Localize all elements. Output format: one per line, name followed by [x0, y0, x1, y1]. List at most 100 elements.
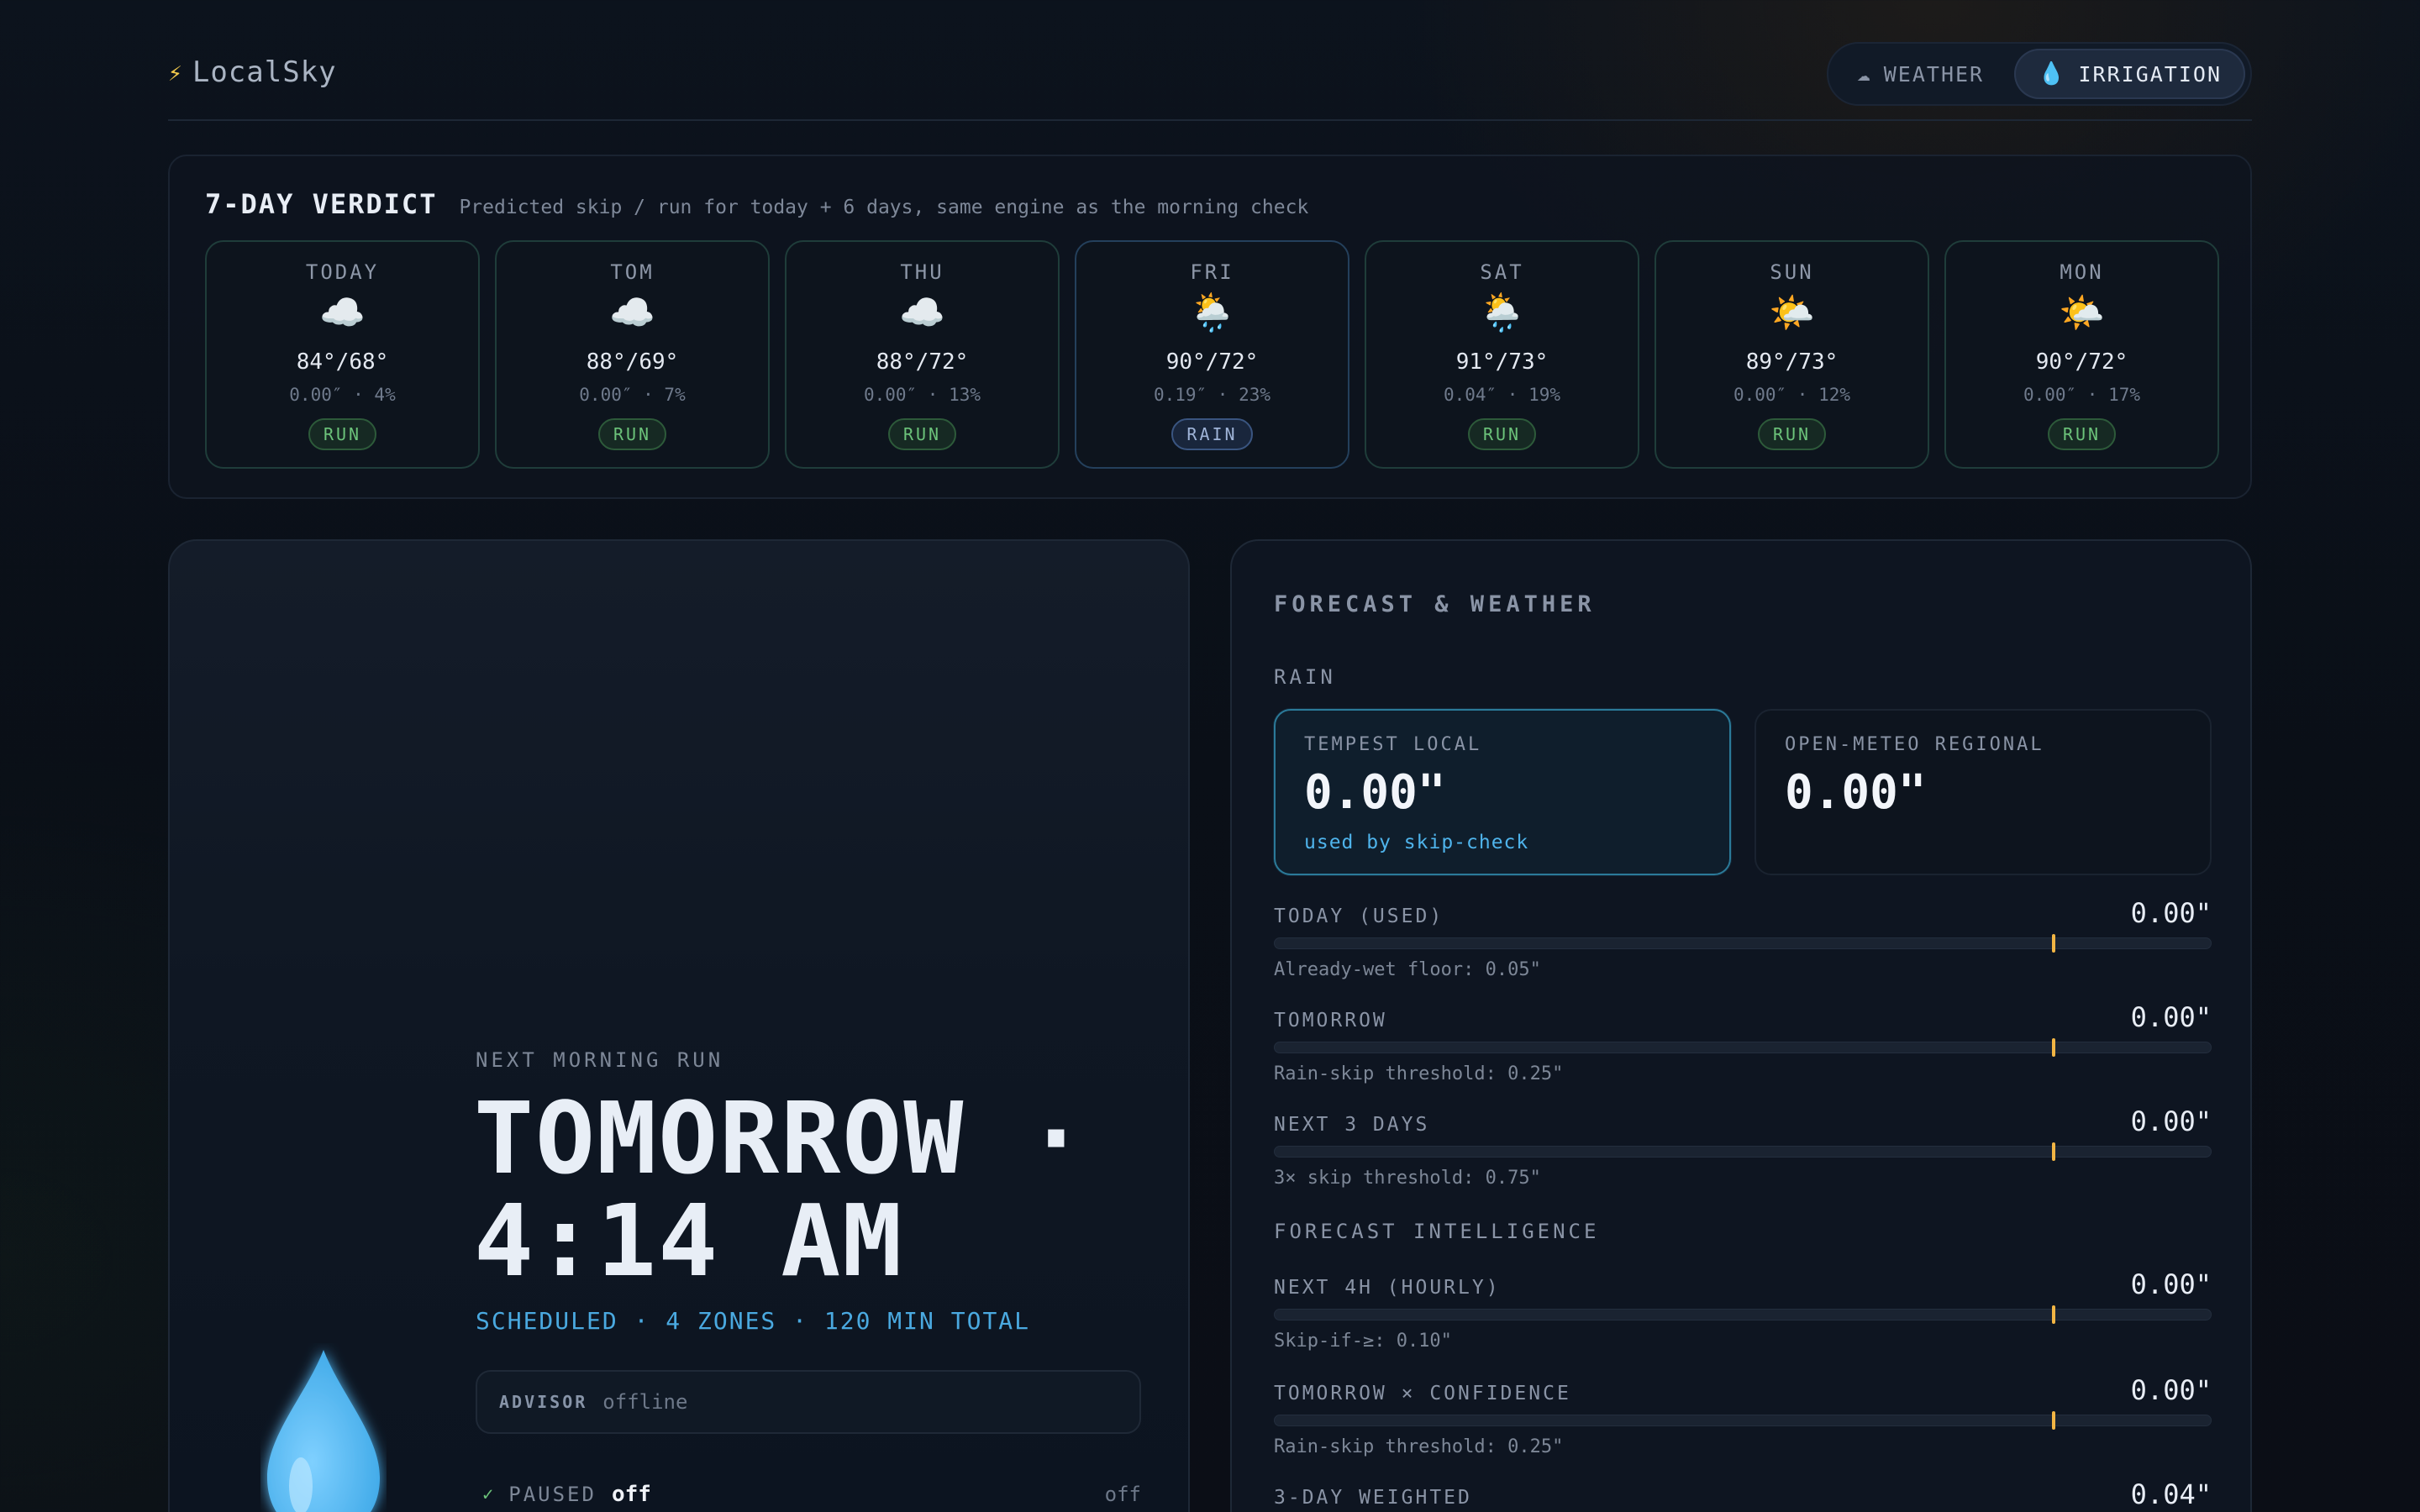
metric-note: 3× skip threshold: 0.75"	[1274, 1168, 1541, 1189]
day-cards: TODAY ☁️ 84°/68° 0.00″ · 4% RUN TOM ☁️ 8…	[205, 240, 2219, 469]
tempest-local-box[interactable]: TEMPEST LOCAL 0.00" used by skip-check	[1274, 709, 1731, 875]
day-temp: 88°/72°	[876, 349, 969, 375]
cloud-icon: ☁️	[319, 291, 366, 334]
status-badge: RUN	[308, 418, 377, 450]
status-badge: RAIN	[1171, 418, 1253, 450]
paused-state: off	[1104, 1483, 1141, 1506]
sun-rain-icon: 🌦️	[1189, 291, 1235, 334]
metric-note: Rain-skip threshold: 0.25"	[1274, 1063, 1564, 1084]
day-label: SUN	[1770, 260, 1814, 284]
tempest-local-label: TEMPEST LOCAL	[1304, 734, 1482, 755]
day-temp: 84°/68°	[296, 349, 389, 375]
day-card[interactable]: SUN 🌤️ 89°/73° 0.00″ · 12% RUN	[1655, 240, 1929, 469]
metric-next-4h: NEXT 4H (HOURLY) 0.00" Skip-if-≥: 0.10"	[1274, 1268, 2212, 1352]
mode-weather-button[interactable]: ☁ WEATHER	[1833, 49, 2007, 99]
day-precip: 0.00″ · 13%	[863, 385, 981, 405]
day-precip: 0.19″ · 23%	[1153, 385, 1271, 405]
advisor-label: ADVISOR	[499, 1392, 588, 1412]
metric-label: 3-DAY WEIGHTED	[1274, 1487, 1472, 1509]
status-badge: RUN	[1757, 418, 1827, 450]
metric-value: 0.04"	[2130, 1478, 2212, 1510]
mode-weather-label: WEATHER	[1883, 61, 1985, 87]
day-label: TODAY	[305, 260, 380, 284]
day-card[interactable]: TOM ☁️ 88°/69° 0.00″ · 7% RUN	[495, 240, 770, 469]
metric-value: 0.00"	[2130, 897, 2212, 929]
status-badge: RUN	[597, 418, 667, 450]
metric-bar	[1274, 1142, 2212, 1161]
metric-value: 0.00"	[2130, 1001, 2212, 1033]
metric-value: 0.00"	[2130, 1374, 2212, 1406]
metric-label: NEXT 3 DAYS	[1274, 1114, 1430, 1136]
day-label: MON	[2060, 260, 2104, 284]
day-precip: 0.00″ · 12%	[1733, 385, 1851, 405]
day-precip: 0.00″ · 7%	[579, 385, 686, 405]
brand-name: LocalSky	[192, 55, 337, 89]
metric-value: 0.00"	[2130, 1268, 2212, 1300]
brand[interactable]: ⚡ LocalSky	[168, 55, 337, 89]
partly-cloudy-icon: 🌤️	[2059, 291, 2105, 334]
top-bar: ⚡ LocalSky ☁ WEATHER 💧 IRRIGATION	[168, 37, 2252, 121]
status-badge: RUN	[2047, 418, 2117, 450]
metric-bar	[1274, 934, 2212, 953]
lightning-icon: ⚡	[168, 58, 182, 87]
advisor-status[interactable]: ADVISOR offline	[476, 1370, 1141, 1434]
day-card[interactable]: MON 🌤️ 90°/72° 0.00″ · 17% RUN	[1944, 240, 2219, 469]
metric-tomorrow-confidence: TOMORROW × CONFIDENCE 0.00" Rain-skip th…	[1274, 1374, 2212, 1457]
metric-marker	[2051, 934, 2055, 953]
forecast-intelligence-label: FORECAST INTELLIGENCE	[1274, 1220, 1600, 1243]
metric-label: TOMORROW × CONFIDENCE	[1274, 1383, 1571, 1404]
day-label: TOM	[610, 260, 655, 284]
open-meteo-value: 0.00"	[1785, 765, 1927, 820]
metric-bar	[1274, 1305, 2212, 1324]
next-run-time: TOMORROW · 4:14 AM	[474, 1080, 1088, 1299]
verdict-subtitle: Predicted skip / run for today + 6 days,…	[459, 197, 1309, 218]
sun-rain-icon: 🌦️	[1479, 291, 1525, 334]
verdict-title: 7-DAY VERDICT	[205, 188, 438, 220]
schedule-summary: SCHEDULED · 4 ZONES · 120 MIN TOTAL	[476, 1307, 1031, 1335]
cloud-icon: ☁️	[899, 291, 945, 334]
metric-next-3-days: NEXT 3 DAYS 0.00" 3× skip threshold: 0.7…	[1274, 1105, 2212, 1189]
paused-row[interactable]: ✓ PAUSED off off	[482, 1482, 1141, 1507]
day-temp: 91°/73°	[1455, 349, 1549, 375]
next-run-label: NEXT MORNING RUN	[476, 1048, 724, 1072]
metric-label: NEXT 4H (HOURLY)	[1274, 1277, 1501, 1299]
cloud-icon: ☁️	[609, 291, 655, 334]
forecast-title: FORECAST & WEATHER	[1274, 591, 1596, 617]
status-badge: RUN	[1467, 418, 1537, 450]
day-precip: 0.00″ · 4%	[289, 385, 396, 405]
metric-tomorrow: TOMORROW 0.00" Rain-skip threshold: 0.25…	[1274, 1001, 2212, 1084]
day-temp: 90°/72°	[1165, 349, 1259, 375]
metric-marker	[2051, 1411, 2055, 1430]
forecast-card: FORECAST & WEATHER RAIN TEMPEST LOCAL 0.…	[1230, 539, 2252, 1512]
mode-irrigation-label: IRRIGATION	[2078, 61, 2222, 87]
metric-bar	[1274, 1038, 2212, 1057]
day-label: SAT	[1480, 260, 1524, 284]
mode-switcher: ☁ WEATHER 💧 IRRIGATION	[1827, 42, 2252, 106]
seven-day-verdict: 7-DAY VERDICT Predicted skip / run for t…	[168, 155, 2252, 499]
metric-label: TOMORROW	[1274, 1010, 1387, 1032]
mode-irrigation-button[interactable]: 💧 IRRIGATION	[2014, 49, 2245, 99]
verdict-header: 7-DAY VERDICT Predicted skip / run for t…	[205, 188, 1308, 220]
metric-marker	[2051, 1142, 2055, 1161]
day-card[interactable]: FRI 🌦️ 90°/72° 0.19″ · 23% RAIN	[1075, 240, 1349, 469]
metric-note: Already-wet floor: 0.05"	[1274, 959, 1541, 980]
check-icon: ✓	[482, 1483, 494, 1505]
day-label: THU	[900, 260, 944, 284]
cloud-icon: ☁	[1857, 61, 1872, 87]
day-card[interactable]: SAT 🌦️ 91°/73° 0.04″ · 19% RUN	[1365, 240, 1639, 469]
paused-label: PAUSED	[508, 1483, 597, 1506]
rain-section-label: RAIN	[1274, 665, 1336, 689]
day-temp: 88°/69°	[586, 349, 679, 375]
metric-marker	[2051, 1305, 2055, 1324]
day-card[interactable]: THU ☁️ 88°/72° 0.00″ · 13% RUN	[785, 240, 1060, 469]
partly-cloudy-icon: 🌤️	[1769, 291, 1815, 334]
tempest-local-note: used by skip-check	[1304, 832, 1529, 853]
metric-note: Skip-if-≥: 0.10"	[1274, 1331, 1452, 1352]
open-meteo-regional-box[interactable]: OPEN-METEO REGIONAL 0.00"	[1754, 709, 2212, 875]
metric-note: Rain-skip threshold: 0.25"	[1274, 1436, 1564, 1457]
advisor-value: offline	[602, 1390, 688, 1414]
status-badge: RUN	[887, 418, 957, 450]
metric-3-day-weighted: 3-DAY WEIGHTED 0.04"	[1274, 1478, 2212, 1512]
droplet-icon: 💧	[2038, 61, 2067, 87]
day-card[interactable]: TODAY ☁️ 84°/68° 0.00″ · 4% RUN	[205, 240, 480, 469]
